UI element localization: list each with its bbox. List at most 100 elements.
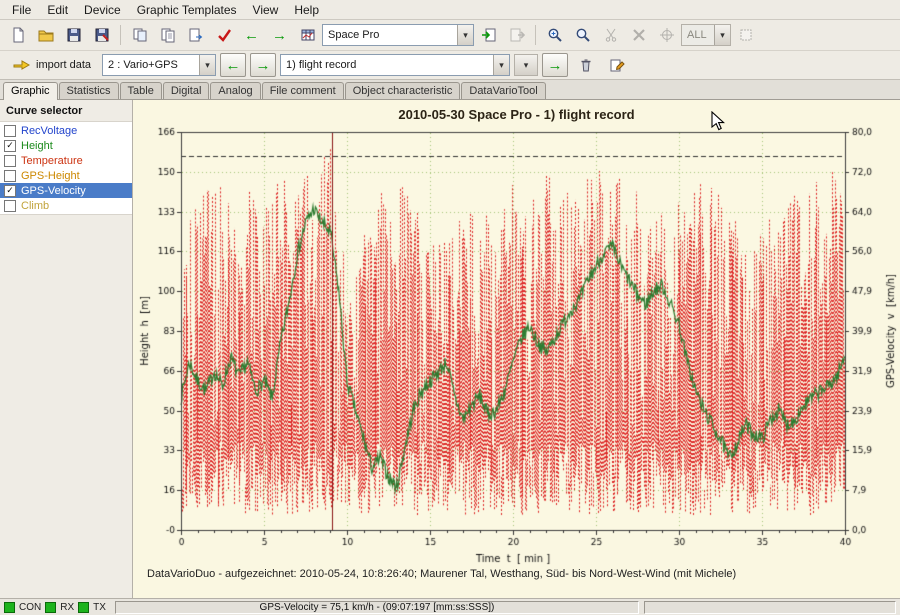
green-left-arrow-icon: ← bbox=[244, 28, 259, 43]
menu-help[interactable]: Help bbox=[286, 2, 327, 18]
menu-bar: File Edit Device Graphic Templates View … bbox=[0, 0, 900, 20]
menu-graphic-templates[interactable]: Graphic Templates bbox=[129, 2, 245, 18]
load-template-icon bbox=[481, 27, 497, 43]
chevron-down-icon: ▾ bbox=[714, 25, 730, 45]
new-file-icon bbox=[10, 27, 26, 43]
next-flight-button[interactable]: → bbox=[250, 53, 276, 77]
save-button[interactable] bbox=[60, 22, 87, 48]
select-box-button[interactable] bbox=[732, 22, 759, 48]
tx-led-label: TX bbox=[93, 602, 106, 613]
import-data-label: import data bbox=[36, 59, 91, 71]
tab-table[interactable]: Table bbox=[120, 82, 162, 99]
chevron-down-icon: ▾ bbox=[515, 55, 537, 75]
save-template-button[interactable] bbox=[503, 22, 530, 48]
template-combo[interactable]: Space Pro ▾ bbox=[322, 24, 474, 46]
import-data-icon bbox=[13, 58, 31, 72]
curve-checkbox[interactable] bbox=[4, 200, 16, 212]
load-template-button[interactable] bbox=[475, 22, 502, 48]
crosshair-button[interactable] bbox=[653, 22, 680, 48]
curve-checkbox[interactable]: ✓ bbox=[4, 185, 16, 197]
zoom-in-icon bbox=[547, 27, 563, 43]
trash-icon bbox=[578, 57, 594, 73]
edit-comment-button[interactable] bbox=[603, 52, 630, 78]
tab-file-comment[interactable]: File comment bbox=[262, 82, 344, 99]
export-image-button[interactable] bbox=[182, 22, 209, 48]
chart-canvas[interactable] bbox=[133, 124, 900, 572]
curve-checkbox[interactable] bbox=[4, 125, 16, 137]
edit-pencil-icon bbox=[609, 57, 625, 73]
toolbar-separator bbox=[120, 25, 121, 45]
prev-flight-button[interactable]: ← bbox=[220, 53, 246, 77]
curve-item-gps-velocity[interactable]: ✓GPS-Velocity bbox=[0, 183, 132, 198]
menu-file[interactable]: File bbox=[4, 2, 39, 18]
all-combo[interactable]: ALL ▾ bbox=[681, 24, 731, 46]
zoom-in-button[interactable] bbox=[541, 22, 568, 48]
chevron-down-icon[interactable]: ▾ bbox=[457, 25, 473, 45]
crosshair-icon bbox=[659, 27, 675, 43]
delete-button[interactable] bbox=[625, 22, 652, 48]
rx-led-icon bbox=[45, 602, 56, 613]
graphic-table-icon bbox=[300, 27, 316, 43]
menu-edit[interactable]: Edit bbox=[39, 2, 76, 18]
scissors-icon bbox=[603, 27, 619, 43]
status-bar: CON RX TX GPS-Velocity = 75,1 km/h - (09… bbox=[0, 598, 900, 615]
zoom-mode-button[interactable] bbox=[569, 22, 596, 48]
device-combo[interactable]: 2 : Vario+GPS ▾ bbox=[102, 54, 216, 76]
record-mini-combo[interactable]: ▾ bbox=[514, 54, 538, 76]
app-window: File Edit Device Graphic Templates View … bbox=[0, 0, 900, 615]
tab-digital[interactable]: Digital bbox=[163, 82, 210, 99]
curve-item-gps-height[interactable]: GPS-Height bbox=[0, 168, 132, 183]
prev-record-button[interactable]: ← bbox=[238, 22, 265, 48]
copy-button[interactable] bbox=[154, 22, 181, 48]
tab-object-characteristic[interactable]: Object characteristic bbox=[345, 82, 461, 99]
go-record-button[interactable]: → bbox=[542, 53, 568, 77]
graphic-table-button[interactable] bbox=[294, 22, 321, 48]
con-led-icon bbox=[4, 602, 15, 613]
curve-list: RecVoltage ✓ Height TemperatureGPS-Height✓G… bbox=[0, 121, 132, 215]
chart-title: 2010-05-30 Space Pro - 1) flight record bbox=[133, 107, 900, 122]
menu-device[interactable]: Device bbox=[76, 2, 129, 18]
curve-label: Height bbox=[21, 140, 53, 152]
curve-item-climb[interactable]: Climb bbox=[0, 198, 132, 213]
green-right-arrow-icon: → bbox=[548, 58, 563, 73]
curve-item-temperature[interactable]: Temperature bbox=[0, 153, 132, 168]
curve-checkbox[interactable] bbox=[4, 155, 16, 167]
view-tabs: Graphic Statistics Table Digital Analog … bbox=[0, 80, 900, 100]
green-right-arrow-icon: → bbox=[272, 28, 287, 43]
save-as-button[interactable] bbox=[88, 22, 115, 48]
curve-item-height[interactable]: ✓ Height bbox=[0, 138, 132, 153]
curve-selector-title: Curve selector bbox=[0, 100, 132, 121]
curve-checkbox[interactable] bbox=[4, 170, 16, 182]
chevron-down-icon[interactable]: ▾ bbox=[199, 55, 215, 75]
cut-button[interactable] bbox=[597, 22, 624, 48]
record-combo[interactable]: 1) flight record ▾ bbox=[280, 54, 510, 76]
tab-graphic[interactable]: Graphic bbox=[3, 82, 58, 100]
record-combo-value: 1) flight record bbox=[281, 59, 493, 71]
main-toolbar: ← → Space Pro ▾ ALL bbox=[0, 20, 900, 51]
mouse-cursor bbox=[711, 111, 725, 131]
copy-graphic-button[interactable] bbox=[126, 22, 153, 48]
apply-check-button[interactable] bbox=[210, 22, 237, 48]
delete-record-button[interactable] bbox=[572, 52, 599, 78]
curve-label: Temperature bbox=[21, 155, 83, 167]
status-field-right bbox=[644, 601, 896, 614]
menu-view[interactable]: View bbox=[245, 2, 287, 18]
tab-analog[interactable]: Analog bbox=[210, 82, 260, 99]
all-combo-value: ALL bbox=[682, 29, 714, 41]
curve-selector-panel: Curve selector RecVoltage ✓ Height Temperat… bbox=[0, 100, 133, 598]
next-record-button[interactable]: → bbox=[266, 22, 293, 48]
connection-leds: CON RX TX bbox=[4, 602, 110, 613]
select-box-icon bbox=[738, 27, 754, 43]
zoom-icon bbox=[575, 27, 591, 43]
import-data-button[interactable]: import data bbox=[6, 55, 98, 75]
tab-datavariotool[interactable]: DataVarioTool bbox=[461, 82, 545, 99]
chevron-down-icon[interactable]: ▾ bbox=[493, 55, 509, 75]
chart-caption: DataVarioDuo - aufgezeichnet: 2010-05-24… bbox=[147, 568, 736, 580]
tab-statistics[interactable]: Statistics bbox=[59, 82, 119, 99]
curve-checkbox[interactable]: ✓ bbox=[4, 140, 16, 152]
toolbar-separator bbox=[535, 25, 536, 45]
curve-item-recvoltage[interactable]: RecVoltage bbox=[0, 123, 132, 138]
new-file-button[interactable] bbox=[4, 22, 31, 48]
open-file-button[interactable] bbox=[32, 22, 59, 48]
template-combo-value: Space Pro bbox=[323, 29, 457, 41]
